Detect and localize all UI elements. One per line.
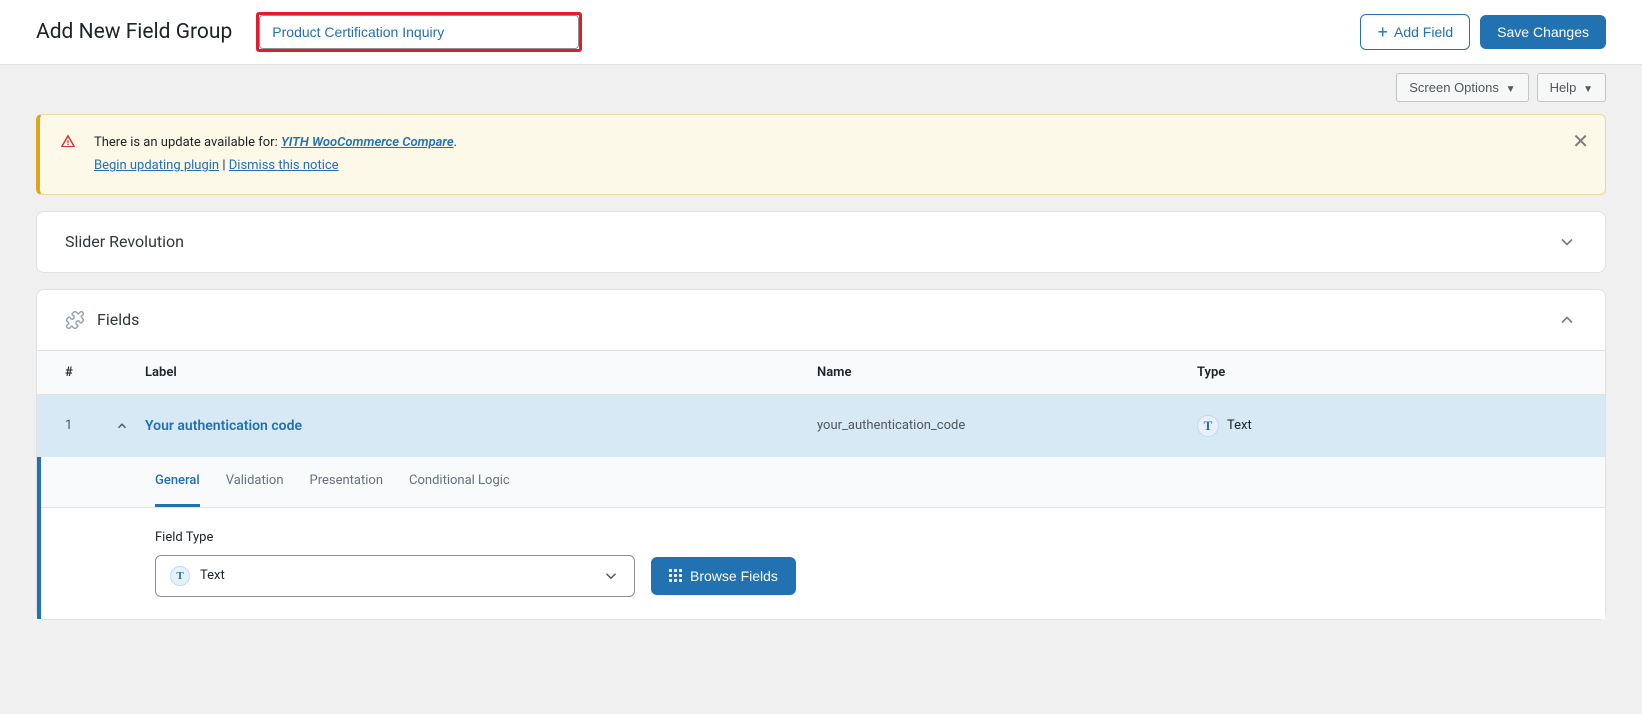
selected-field-type: Text	[200, 568, 225, 583]
warning-icon	[60, 133, 76, 149]
tab-validation[interactable]: Validation	[226, 457, 284, 507]
fields-table-header: # Label Name Type	[37, 350, 1605, 395]
grid-icon	[669, 569, 682, 582]
plus-icon: +	[1377, 23, 1388, 41]
add-field-button[interactable]: + Add Field	[1360, 14, 1470, 50]
field-type-label: Text	[1227, 418, 1252, 433]
dismiss-notice-link[interactable]: Dismiss this notice	[229, 158, 339, 173]
text-type-icon: T	[170, 566, 190, 586]
puzzle-icon	[65, 310, 85, 330]
save-changes-button[interactable]: Save Changes	[1480, 15, 1606, 49]
begin-update-link[interactable]: Begin updating plugin	[94, 158, 219, 173]
help-button[interactable]: Help ▼	[1537, 73, 1606, 102]
field-form: Field Type T Text Browse Fields	[41, 508, 1605, 619]
field-row-label[interactable]: Your authentication code	[145, 418, 302, 434]
slider-panel-title: Slider Revolution	[65, 232, 184, 251]
close-icon: ✕	[1572, 131, 1589, 153]
add-field-label: Add Field	[1394, 24, 1453, 40]
top-controls: Screen Options ▼ Help ▼	[0, 65, 1642, 102]
slider-panel-header[interactable]: Slider Revolution	[37, 212, 1605, 272]
field-type-select[interactable]: T Text	[155, 555, 635, 597]
page-header: Add New Field Group + Add Field Save Cha…	[0, 0, 1642, 65]
fields-panel-title: Fields	[97, 310, 139, 329]
caret-down-icon: ▼	[1580, 84, 1593, 95]
tab-conditional-logic[interactable]: Conditional Logic	[409, 457, 510, 507]
caret-down-icon: ▼	[1503, 84, 1516, 95]
plugin-link[interactable]: YITH WooCommerce Compare	[281, 135, 454, 150]
chevron-down-icon[interactable]	[1557, 232, 1577, 252]
close-notice-button[interactable]: ✕	[1572, 129, 1589, 154]
col-header-label: Label	[145, 365, 817, 380]
tab-general[interactable]: General	[155, 457, 200, 507]
col-header-type: Type	[1197, 365, 1577, 380]
page-title: Add New Field Group	[36, 20, 232, 44]
collapse-field-icon[interactable]	[115, 419, 145, 433]
save-changes-label: Save Changes	[1497, 24, 1589, 40]
col-header-name: Name	[817, 365, 1197, 380]
tab-presentation[interactable]: Presentation	[310, 457, 384, 507]
chevron-up-icon[interactable]	[1557, 310, 1577, 330]
col-header-num: #	[65, 365, 115, 380]
screen-options-button[interactable]: Screen Options ▼	[1396, 73, 1528, 102]
field-row-num: 1	[65, 418, 115, 433]
field-type-label: Field Type	[155, 530, 1577, 545]
field-type-badge: T Text	[1197, 415, 1252, 437]
fields-panel-header[interactable]: Fields	[37, 290, 1605, 350]
slider-revolution-panel: Slider Revolution	[36, 211, 1606, 273]
field-row[interactable]: 1 Your authentication code your_authenti…	[37, 395, 1605, 457]
title-highlight-box	[256, 12, 582, 52]
field-editor-tabs: General Validation Presentation Conditio…	[41, 457, 1605, 508]
notice-text: There is an update available for:	[94, 135, 281, 150]
browse-fields-button[interactable]: Browse Fields	[651, 557, 796, 595]
field-group-title-input[interactable]	[259, 15, 579, 49]
chevron-down-icon	[602, 567, 620, 585]
fields-panel: Fields # Label Name Type 1 Your authenti…	[36, 289, 1606, 620]
browse-fields-label: Browse Fields	[690, 568, 778, 584]
field-editor: General Validation Presentation Conditio…	[37, 457, 1605, 619]
field-row-name: your_authentication_code	[817, 418, 1197, 433]
update-notice: There is an update available for: YITH W…	[36, 114, 1606, 195]
text-type-icon: T	[1197, 415, 1219, 437]
notice-body: There is an update available for: YITH W…	[94, 131, 457, 178]
